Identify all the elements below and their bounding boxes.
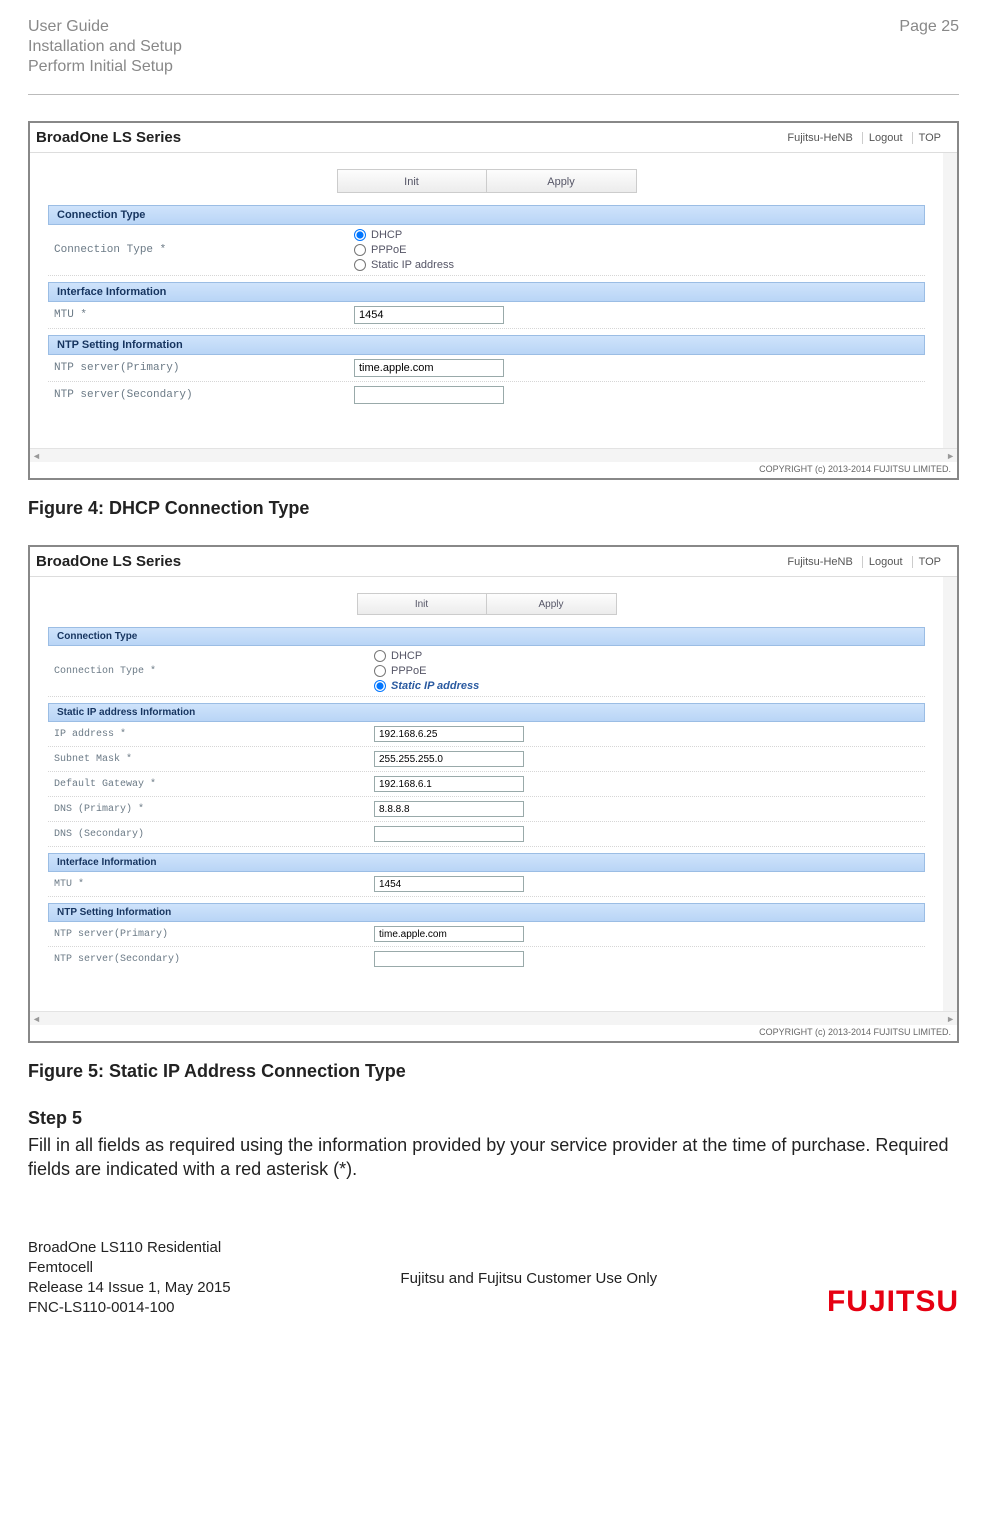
header-rule (28, 94, 959, 95)
app-titlebar: BroadOne LS Series Fujitsu-HeNB Logout T… (30, 547, 957, 577)
radio-static[interactable]: Static IP address (354, 259, 919, 271)
app-tools: Fujitsu-HeNB Logout TOP (781, 556, 947, 568)
input-ip[interactable] (374, 726, 524, 742)
label-ntp-secondary: NTP server(Secondary) (54, 389, 354, 401)
input-mtu[interactable] (374, 876, 524, 892)
step-5-heading: Step 5 (28, 1108, 959, 1129)
footer-product-1: BroadOne LS110 Residential (28, 1238, 231, 1258)
label-dns1: DNS (Primary) * (54, 804, 374, 815)
header-guide: User Guide (28, 18, 182, 36)
section-connection-type: Connection Type (48, 205, 925, 225)
horizontal-scrollbar[interactable]: ◄► (30, 448, 957, 462)
copyright: COPYRIGHT (c) 2013-2014 FUJITSU LIMITED. (30, 462, 957, 478)
radio-pppoe[interactable]: PPPoE (354, 244, 919, 256)
tab-apply[interactable]: Apply (487, 593, 617, 615)
radio-static[interactable]: Static IP address (374, 680, 919, 692)
tab-init[interactable]: Init (357, 593, 487, 615)
input-ntp-primary[interactable] (354, 359, 504, 377)
label-ip: IP address * (54, 729, 374, 740)
top-link[interactable]: TOP (912, 556, 947, 568)
footer-product-2: Femtocell (28, 1258, 231, 1278)
section-interface-info: Interface Information (48, 853, 925, 872)
input-ntp-secondary[interactable] (354, 386, 504, 404)
label-connection-type: Connection Type * (54, 244, 354, 256)
label-mask: Subnet Mask * (54, 754, 374, 765)
user-label: Fujitsu-HeNB (781, 556, 858, 568)
section-connection-type: Connection Type (48, 627, 925, 646)
header-section: Installation and Setup (28, 38, 182, 56)
footer-confidentiality: Fujitsu and Fujitsu Customer Use Only (231, 1270, 827, 1287)
fujitsu-logo-text: FUJITSU (827, 1285, 959, 1319)
input-dns2[interactable] (374, 826, 524, 842)
user-label: Fujitsu-HeNB (781, 132, 858, 144)
logout-link[interactable]: Logout (862, 132, 909, 144)
app-tools: Fujitsu-HeNB Logout TOP (781, 132, 947, 144)
radio-dhcp[interactable]: DHCP (354, 229, 919, 241)
label-ntp-primary: NTP server(Primary) (54, 362, 354, 374)
connection-type-options: DHCP PPPoE Static IP address (374, 650, 919, 692)
input-ntp-secondary[interactable] (374, 951, 524, 967)
radio-pppoe[interactable]: PPPoE (374, 665, 919, 677)
section-ntp: NTP Setting Information (48, 903, 925, 922)
page-number: Page 25 (899, 18, 959, 36)
input-ntp-primary[interactable] (374, 926, 524, 942)
app-brand: BroadOne LS Series (36, 553, 181, 570)
figure-5-caption: Figure 5: Static IP Address Connection T… (28, 1061, 959, 1082)
screenshot-dhcp: BroadOne LS Series Fujitsu-HeNB Logout T… (28, 121, 959, 480)
label-gateway: Default Gateway * (54, 779, 374, 790)
section-ntp: NTP Setting Information (48, 335, 925, 355)
input-mask[interactable] (374, 751, 524, 767)
top-link[interactable]: TOP (912, 132, 947, 144)
horizontal-scrollbar[interactable]: ◄► (30, 1011, 957, 1025)
fujitsu-logo: FUJITSU (827, 1285, 959, 1319)
tab-apply[interactable]: Apply (487, 169, 637, 193)
input-mtu[interactable] (354, 306, 504, 324)
section-interface-info: Interface Information (48, 282, 925, 302)
label-ntp-primary: NTP server(Primary) (54, 929, 374, 940)
header-sub: Perform Initial Setup (28, 58, 182, 76)
logout-link[interactable]: Logout (862, 556, 909, 568)
label-ntp-secondary: NTP server(Secondary) (54, 954, 374, 965)
label-mtu: MTU * (54, 879, 374, 890)
figure-4-caption: Figure 4: DHCP Connection Type (28, 498, 959, 519)
label-dns2: DNS (Secondary) (54, 829, 374, 840)
input-gateway[interactable] (374, 776, 524, 792)
label-mtu: MTU * (54, 309, 354, 321)
copyright: COPYRIGHT (c) 2013-2014 FUJITSU LIMITED. (30, 1025, 957, 1041)
app-brand: BroadOne LS Series (36, 129, 181, 146)
tabs: Init Apply (48, 593, 925, 615)
section-static-ip: Static IP address Information (48, 703, 925, 722)
app-titlebar: BroadOne LS Series Fujitsu-HeNB Logout T… (30, 123, 957, 153)
input-dns1[interactable] (374, 801, 524, 817)
connection-type-options: DHCP PPPoE Static IP address (354, 229, 919, 271)
page-header: User Guide Installation and Setup Perfor… (28, 18, 959, 76)
step-5-text: Fill in all fields as required using the… (28, 1133, 959, 1182)
footer-release: Release 14 Issue 1, May 2015 (28, 1278, 231, 1298)
page-footer: BroadOne LS110 Residential Femtocell Rel… (28, 1238, 959, 1319)
radio-dhcp[interactable]: DHCP (374, 650, 919, 662)
screenshot-static: BroadOne LS Series Fujitsu-HeNB Logout T… (28, 545, 959, 1043)
tab-init[interactable]: Init (337, 169, 487, 193)
tabs: Init Apply (48, 169, 925, 193)
footer-docnum: FNC-LS110-0014-100 (28, 1298, 231, 1318)
label-connection-type: Connection Type * (54, 666, 374, 677)
